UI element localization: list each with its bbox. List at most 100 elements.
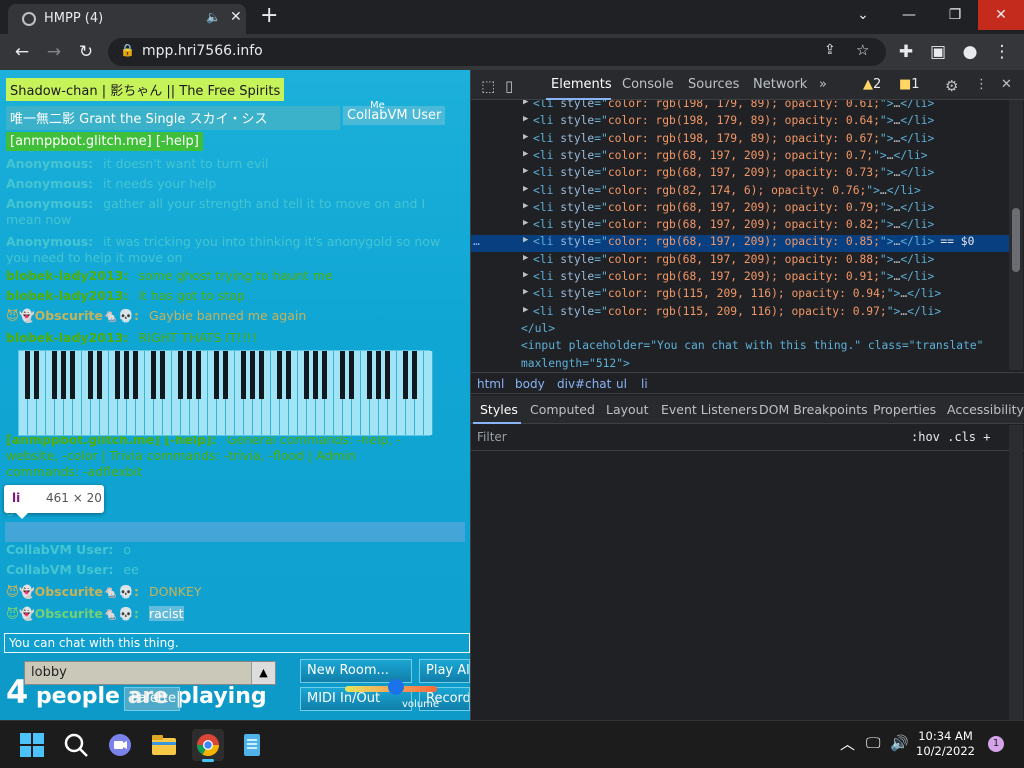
dom-node-li[interactable]: ▶ <li style="color: rgb(198, 179, 89); op… xyxy=(471,114,1011,131)
piano-black-key[interactable] xyxy=(277,351,282,399)
expand-triangle-icon[interactable]: ▶ xyxy=(523,235,528,245)
piano-black-key[interactable] xyxy=(286,351,291,399)
dom-node-li[interactable]: ▶ <li style="color: rgb(68, 197, 209); op… xyxy=(471,253,1011,270)
side-panel-icon[interactable]: ▣ xyxy=(926,40,950,64)
browser-tab[interactable]: HMPP (4) 🔈 ✕ xyxy=(8,4,246,34)
piano-black-key[interactable] xyxy=(376,351,381,399)
piano-black-key[interactable] xyxy=(250,351,255,399)
dom-node-text[interactable]: <input placeholder="You can chat with th… xyxy=(521,339,1011,356)
volume-knob[interactable] xyxy=(387,679,404,695)
piano-black-key[interactable] xyxy=(196,351,201,399)
close-window-button[interactable]: ✕ xyxy=(978,0,1024,30)
profile-icon[interactable]: ● xyxy=(958,40,982,64)
expand-triangle-icon[interactable]: ▶ xyxy=(523,132,528,142)
dom-node-li[interactable]: ▶ <li style="color: rgb(68, 197, 209); op… xyxy=(471,218,1011,235)
dom-node-li[interactable]: ▶ <li style="color: rgb(115, 209, 116); o… xyxy=(471,305,1011,322)
user-tag[interactable]: 唯一無二影 Grant the Single スカイ・シス xyxy=(6,106,340,130)
chat-author[interactable]: Anonymous: xyxy=(6,234,93,249)
tab-network[interactable]: Network xyxy=(753,77,807,92)
bookmark-star-icon[interactable]: ☆ xyxy=(856,41,869,59)
dom-node-li[interactable]: ▶ <li style="color: rgb(68, 197, 209); op… xyxy=(471,201,1011,218)
piano-black-key[interactable] xyxy=(25,351,30,399)
dom-node-li[interactable]: ▶ <li style="color: rgb(68, 197, 209); op… xyxy=(471,166,1011,183)
new-tab-button[interactable]: + xyxy=(260,4,278,28)
expand-triangle-icon[interactable]: ▶ xyxy=(523,100,528,107)
issues-icon[interactable]: ■1 xyxy=(899,77,920,92)
warning-icon[interactable]: ▲2 xyxy=(863,77,881,92)
chat-author[interactable]: CollabVM User: xyxy=(6,542,113,557)
piano-black-key[interactable] xyxy=(259,351,264,399)
chat-author[interactable]: blobek-lady2013: xyxy=(6,268,128,283)
dom-node-li[interactable]: ▶ <li style="color: rgb(82, 174, 6); opac… xyxy=(471,184,1011,201)
breadcrumb-item[interactable]: body xyxy=(515,377,545,391)
forward-icon[interactable]: → xyxy=(42,40,66,64)
play-alone-button[interactable]: Play Alone xyxy=(419,659,470,683)
chrome-icon[interactable] xyxy=(192,729,224,762)
windows-start-icon[interactable] xyxy=(16,729,48,761)
expand-triangle-icon[interactable]: ▶ xyxy=(523,114,528,124)
tab-elements[interactable]: Elements xyxy=(551,77,612,92)
dom-node-li[interactable]: ▶ <li style="color: rgb(68, 197, 209); op… xyxy=(471,149,1011,166)
share-icon[interactable]: ⇪ xyxy=(824,42,836,58)
devtools-close-icon[interactable]: ✕ xyxy=(1001,77,1012,92)
expand-triangle-icon[interactable]: ▶ xyxy=(523,201,528,211)
piano-black-key[interactable] xyxy=(124,351,129,399)
dom-node-li[interactable]: ▶ <li style="color: rgb(198, 179, 89); op… xyxy=(471,132,1011,149)
chat-author[interactable]: blobek-lady2013: xyxy=(6,330,128,345)
back-icon[interactable]: ← xyxy=(10,40,34,64)
volume-icon[interactable]: 🔊 xyxy=(890,734,909,752)
expand-triangle-icon[interactable]: ▶ xyxy=(523,166,528,176)
piano-black-key[interactable] xyxy=(178,351,183,399)
piano-black-key[interactable] xyxy=(313,351,318,399)
tab-computed[interactable]: Computed xyxy=(530,402,595,417)
chat-author[interactable]: Anonymous: xyxy=(6,156,93,171)
dom-tree[interactable]: ▶ <li style="color: rgb(198, 179, 89); op… xyxy=(471,100,1011,370)
file-explorer-icon[interactable] xyxy=(148,729,180,761)
breadcrumb-item[interactable]: ul xyxy=(616,377,627,391)
piano-white-key[interactable] xyxy=(424,351,433,435)
address-bar[interactable]: 🔒 mpp.hri7566.info ⇪ ☆ xyxy=(108,38,886,66)
user-tag[interactable]: [anmppbot.glitch.me] [-help] xyxy=(6,132,203,151)
piano-black-key[interactable] xyxy=(214,351,219,399)
hov-cls-buttons[interactable]: :hov .cls + xyxy=(911,430,990,444)
dom-node-menu-icon[interactable]: … xyxy=(473,235,480,248)
dom-node-text[interactable]: </ul> xyxy=(521,322,1011,339)
network-icon[interactable]: 🖵 xyxy=(866,734,880,752)
piano-black-key[interactable] xyxy=(412,351,417,399)
dom-node-li[interactable]: ▶ <li style="color: rgb(68, 197, 209); op… xyxy=(471,270,1011,287)
piano-black-key[interactable] xyxy=(34,351,39,399)
breadcrumb-item[interactable]: html xyxy=(477,377,504,391)
chat-author[interactable]: blobek-lady2013: xyxy=(6,288,128,303)
tab-accessibility[interactable]: Accessibility xyxy=(947,402,1024,417)
breadcrumb-item[interactable]: li xyxy=(641,377,648,391)
chat-author[interactable]: CollabVM User: xyxy=(6,562,113,577)
notepad-icon[interactable] xyxy=(236,729,268,761)
styles-scrollbar[interactable] xyxy=(1009,425,1023,720)
piano-black-key[interactable] xyxy=(241,351,246,399)
expand-triangle-icon[interactable]: ▶ xyxy=(523,184,528,194)
chat-input[interactable]: You can chat with this thing. xyxy=(4,633,470,653)
piano-black-key[interactable] xyxy=(223,351,228,399)
piano-black-key[interactable] xyxy=(349,351,354,399)
dom-scroll-thumb[interactable] xyxy=(1012,208,1020,272)
teams-chat-icon[interactable] xyxy=(104,729,136,761)
device-toolbar-icon[interactable]: ▯ xyxy=(505,77,513,95)
tab-styles[interactable]: Styles xyxy=(480,402,518,417)
expand-triangle-icon[interactable]: ▶ xyxy=(523,253,528,263)
expand-triangle-icon[interactable]: ▶ xyxy=(523,270,528,280)
piano-black-key[interactable] xyxy=(70,351,75,399)
more-tabs-icon[interactable]: » xyxy=(819,77,827,92)
expand-triangle-icon[interactable]: ▶ xyxy=(523,287,528,297)
piano-keyboard[interactable] xyxy=(18,350,433,436)
piano-black-key[interactable] xyxy=(367,351,372,399)
expand-triangle-icon[interactable]: ▶ xyxy=(523,218,528,228)
expand-triangle-icon[interactable]: ▶ xyxy=(523,149,528,159)
piano-black-key[interactable] xyxy=(322,351,327,399)
tab-sources[interactable]: Sources xyxy=(688,77,739,92)
chat-author[interactable]: 😈👻Obscurite🐁💀: xyxy=(6,606,139,621)
search-icon[interactable] xyxy=(60,729,92,761)
piano-black-key[interactable] xyxy=(52,351,57,399)
user-tag[interactable]: Shadow-chan | 影ちゃん || The Free Spirits xyxy=(6,78,285,101)
dom-scrollbar[interactable] xyxy=(1009,100,1023,370)
dom-node-li[interactable]: ▶ <li style="color: rgb(198, 179, 89); op… xyxy=(471,100,1011,114)
